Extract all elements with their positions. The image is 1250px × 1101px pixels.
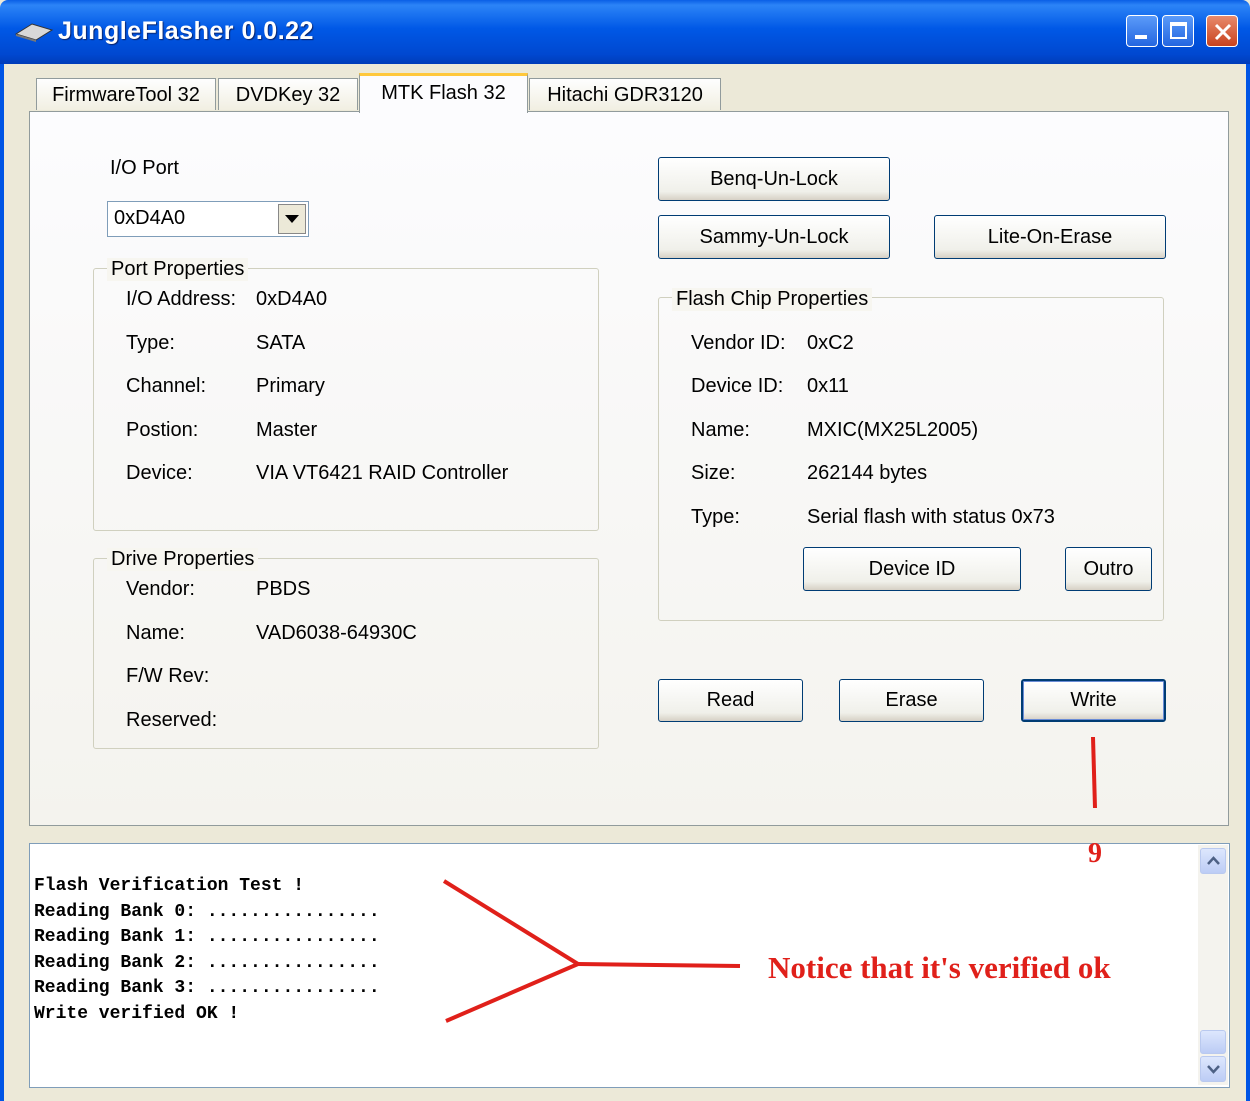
tab-mtk-flash[interactable]: MTK Flash 32 [359,73,528,113]
annotation-arrow-line [442,879,580,966]
annotation-arrow-line [577,962,741,968]
annotation-step-number: 9 [1088,838,1102,869]
annotation-overlay [442,736,1097,1023]
annotation-arrow-line [445,962,579,1023]
annotation-note: Notice that it's verified ok [768,950,1111,985]
annotation-pointer-line [1091,736,1097,809]
